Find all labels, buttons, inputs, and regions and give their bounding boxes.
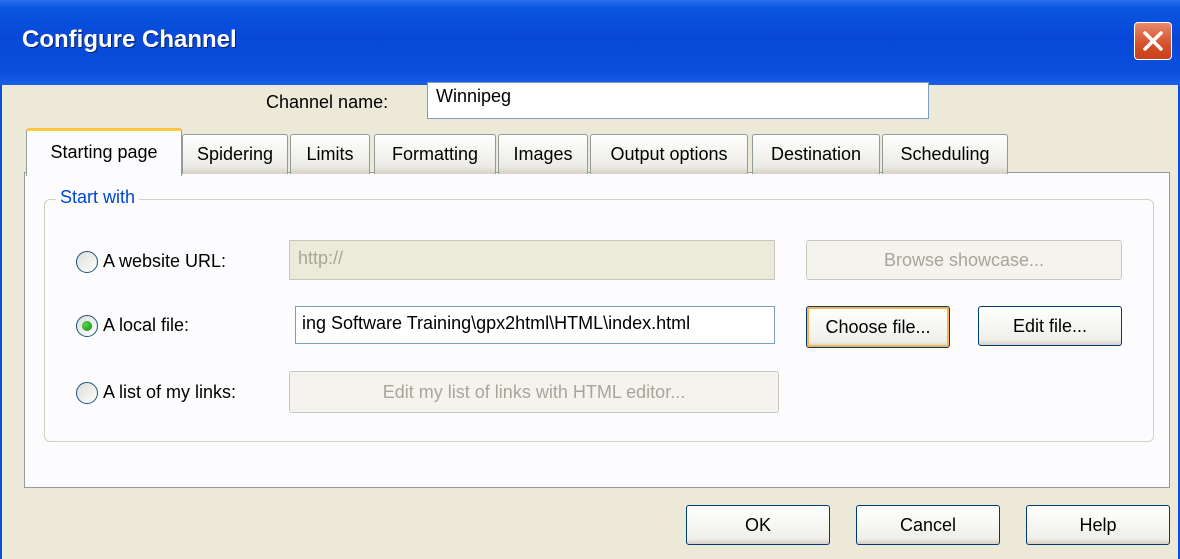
edit-links-button[interactable]: Edit my list of links with HTML editor..… [289, 371, 779, 413]
links-list-radio[interactable] [76, 382, 98, 404]
cancel-button[interactable]: Cancel [856, 505, 1000, 545]
edit-file-button[interactable]: Edit file... [978, 306, 1122, 346]
local-file-input[interactable]: ing Software Training\gpx2html\HTML\inde… [295, 306, 775, 344]
browse-showcase-button[interactable]: Browse showcase... [806, 240, 1122, 280]
tab-limits[interactable]: Limits [290, 134, 370, 174]
local-file-label[interactable]: A local file: [103, 315, 189, 336]
tab-images[interactable]: Images [498, 134, 588, 174]
choose-file-button[interactable]: Choose file... [806, 306, 950, 348]
website-url-label[interactable]: A website URL: [103, 251, 226, 272]
window-frame-left [0, 85, 2, 559]
help-button[interactable]: Help [1026, 505, 1170, 545]
local-file-radio[interactable] [76, 315, 98, 337]
close-icon [1143, 31, 1163, 51]
website-url-radio[interactable] [76, 251, 98, 273]
channel-name-input[interactable]: Winnipeg [427, 82, 929, 119]
start-with-legend: Start with [56, 187, 140, 208]
tab-scheduling[interactable]: Scheduling [882, 134, 1008, 174]
tab-output-options[interactable]: Output options [590, 134, 748, 174]
tab-starting-page[interactable]: Starting page [26, 128, 182, 176]
close-button[interactable] [1134, 22, 1172, 60]
title-bar[interactable]: Configure Channel [0, 0, 1180, 85]
radio-checked-dot [82, 321, 92, 331]
window-title: Configure Channel [22, 26, 237, 53]
channel-name-label: Channel name: [266, 92, 389, 112]
links-list-label[interactable]: A list of my links: [103, 382, 236, 403]
tab-destination[interactable]: Destination [752, 134, 880, 174]
tab-formatting[interactable]: Formatting [374, 134, 496, 174]
ok-button[interactable]: OK [686, 505, 830, 545]
tab-spidering[interactable]: Spidering [182, 134, 288, 174]
website-url-input[interactable]: http:// [289, 240, 775, 280]
